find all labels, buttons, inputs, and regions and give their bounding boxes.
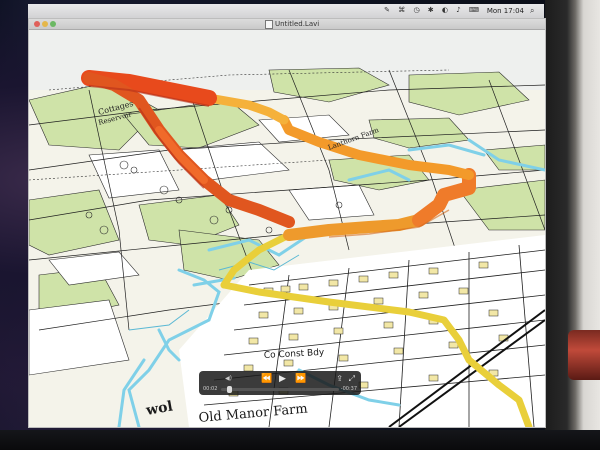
menubar-clock[interactable]: Mon 17:04 xyxy=(487,7,524,15)
share-icon[interactable]: ⇪ xyxy=(336,374,343,383)
rewind-button[interactable]: ⏪ xyxy=(261,374,272,384)
app-window: Untitled.Lavi Cottages Reservoir Lanthor… xyxy=(28,18,546,428)
map-canvas[interactable]: Cottages Reservoir Lanthorn Farm Co Cons… xyxy=(29,30,545,427)
background-object xyxy=(568,330,600,380)
time-elapsed: 00:02 xyxy=(203,386,218,392)
menu-bar: ✎ ⌘ ◷ ✱ ◐ ♪ ⌨ Mon 17:04 ⌕ xyxy=(28,4,544,18)
zoom-button[interactable] xyxy=(50,21,56,27)
monitor-bezel-right xyxy=(545,0,600,450)
progress-bar[interactable] xyxy=(221,386,339,393)
video-controller[interactable]: ◀) ⏪ ▶ ⏩ ⇪ ⤢ 00:02 -00:37 xyxy=(199,371,361,395)
status-icons[interactable]: ✎ ⌘ ◷ ✱ ◐ ♪ ⌨ xyxy=(384,6,482,14)
window-titlebar[interactable]: Untitled.Lavi xyxy=(29,19,545,30)
minimize-button[interactable] xyxy=(42,21,48,27)
map-3d-view[interactable]: Cottages Reservoir Lanthorn Farm Co Cons… xyxy=(29,30,545,427)
fullscreen-icon[interactable]: ⤢ xyxy=(349,374,355,384)
close-button[interactable] xyxy=(34,21,40,27)
document-icon[interactable] xyxy=(265,20,273,29)
window-title: Untitled.Lavi xyxy=(275,20,320,28)
volume-icon[interactable]: ◀) xyxy=(225,375,232,382)
spotlight-search-icon[interactable]: ⌕ xyxy=(530,6,540,16)
play-button[interactable]: ▶ xyxy=(279,374,286,384)
time-remaining: -00:37 xyxy=(340,386,357,392)
playhead[interactable] xyxy=(226,386,232,393)
fast-forward-button[interactable]: ⏩ xyxy=(295,374,306,384)
monitor-bezel-bottom xyxy=(0,430,600,450)
